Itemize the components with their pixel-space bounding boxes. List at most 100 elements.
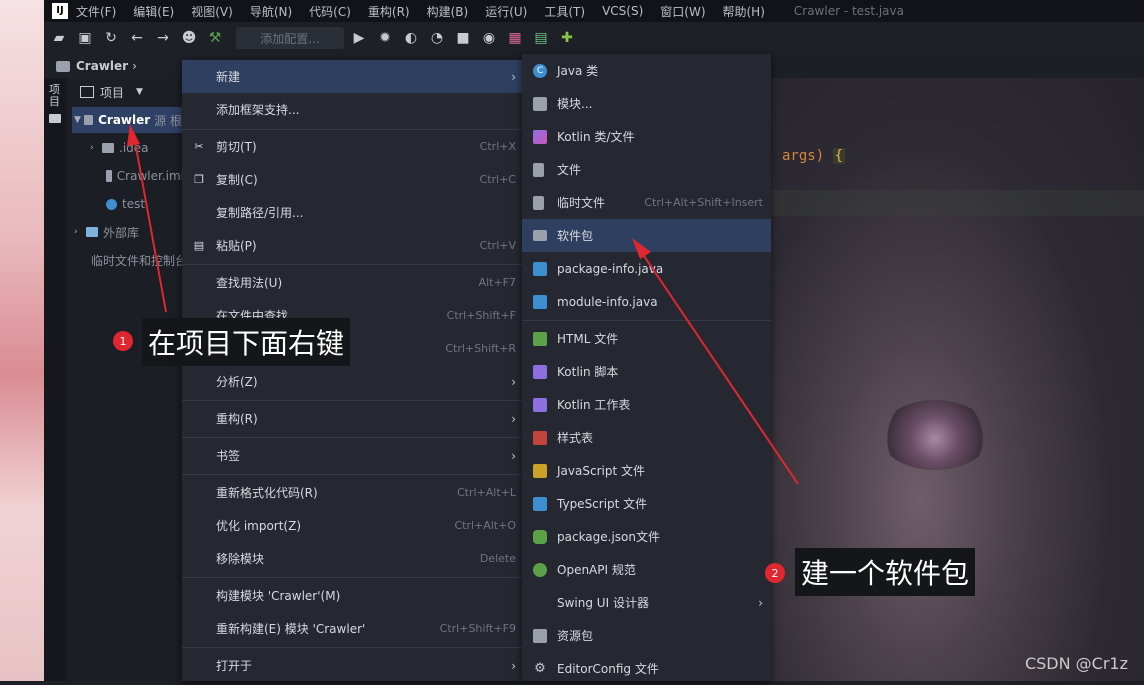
menu-refactor[interactable]: 重构(R)	[368, 3, 410, 20]
new-submenu: C Java 类 模块... Kotlin 类/文件 文件 临时文件 Ctrl+…	[522, 54, 771, 681]
submenu-item-package-info[interactable]: package-info.java	[522, 252, 771, 285]
submenu-item-scratch-file[interactable]: 临时文件 Ctrl+Alt+Shift+Insert	[522, 186, 771, 219]
menu-edit[interactable]: 编辑(E)	[133, 3, 174, 20]
menu-item-remove-module[interactable]: 移除模块 Delete	[182, 542, 524, 575]
submenu-item-swing-ui-designer[interactable]: Swing UI 设计器 ›	[522, 586, 771, 619]
plugins-icon[interactable]: ✚	[556, 27, 578, 49]
chevron-down-icon[interactable]: ▼	[74, 115, 84, 125]
menu-item-label: 软件包	[557, 229, 594, 243]
watermark: CSDN @Cr1z	[1024, 654, 1128, 673]
menu-item-copy[interactable]: ❐ 复制(C) Ctrl+C	[182, 163, 524, 196]
menu-item-label: EditorConfig 文件	[557, 662, 659, 676]
menu-item-cut[interactable]: ✂ 剪切(T) Ctrl+X	[182, 130, 524, 163]
menu-separator	[182, 264, 524, 265]
project-tool-tab[interactable]: 项目	[49, 84, 61, 108]
tree-item-external-libraries[interactable]: › 外部库	[74, 219, 184, 245]
menu-item-bookmarks[interactable]: 书签 ›	[182, 439, 524, 472]
library-icon	[86, 227, 98, 237]
tree-item-crawler[interactable]: ▼ Crawler 源 根	[72, 107, 182, 133]
menu-tools[interactable]: 工具(T)	[544, 3, 585, 20]
submenu-item-package[interactable]: 软件包	[522, 219, 771, 252]
menu-item-build-module[interactable]: 构建模块 'Crawler'(M)	[182, 579, 524, 612]
save-icon[interactable]: ▣	[74, 27, 96, 49]
submenu-item-package-json[interactable]: package.json文件	[522, 520, 771, 553]
project-structure-icon[interactable]: ▦	[504, 27, 526, 49]
menu-item-new[interactable]: 新建 ›	[182, 60, 524, 93]
run-icon[interactable]: ▶	[348, 27, 370, 49]
menu-item-label: Java 类	[557, 64, 599, 78]
coverage-icon[interactable]: ◐	[400, 27, 422, 49]
debug-icon[interactable]: ✹	[374, 27, 396, 49]
search-everywhere-icon[interactable]: ◉	[478, 27, 500, 49]
java-file-icon	[533, 294, 547, 309]
forward-icon[interactable]: →	[152, 27, 174, 49]
menu-item-find-usages[interactable]: 查找用法(U) Alt+F7	[182, 266, 524, 299]
run-config-selector[interactable]: 添加配置...	[236, 27, 344, 49]
menu-item-label: package-info.java	[557, 261, 664, 276]
submenu-item-kotlin-worksheet[interactable]: Kotlin 工作表	[522, 388, 771, 421]
menu-item-reformat-code[interactable]: 重新格式化代码(R) Ctrl+Alt+L	[182, 476, 524, 509]
tree-item-scratches[interactable]: 临时文件和控制台	[86, 247, 184, 273]
menu-item-rebuild-module[interactable]: 重新构建(E) 模块 'Crawler' Ctrl+Shift+F9	[182, 612, 524, 645]
submenu-item-editorconfig[interactable]: ⚙ EditorConfig 文件	[522, 652, 771, 685]
tree-item-crawler-iml[interactable]: Crawler.iml	[106, 163, 184, 189]
menu-item-add-framework[interactable]: 添加框架支持...	[182, 93, 524, 126]
menu-item-copy-path[interactable]: 复制路径/引用...	[182, 196, 524, 229]
submenu-item-resource-bundle[interactable]: 资源包	[522, 619, 771, 652]
menu-item-shortcut: Ctrl+X	[479, 140, 516, 153]
submenu-item-javascript-file[interactable]: JavaScript 文件	[522, 454, 771, 487]
submenu-item-java-class[interactable]: C Java 类	[522, 54, 771, 87]
sync-icon[interactable]: ↻	[100, 27, 122, 49]
menu-item-shortcut: Ctrl+Alt+O	[454, 519, 516, 532]
menu-item-analyze[interactable]: 分析(Z) ›	[182, 365, 524, 398]
open-folder-icon[interactable]: ▰	[48, 27, 70, 49]
chevron-right-icon[interactable]: ›	[74, 227, 86, 237]
wallpaper-left	[0, 0, 44, 681]
editor-current-line	[771, 190, 1144, 216]
breadcrumb-project[interactable]: Crawler	[76, 59, 128, 73]
project-panel-header[interactable]: 项目 ▼	[66, 78, 184, 106]
submenu-item-module-info[interactable]: module-info.java	[522, 285, 771, 318]
menu-help[interactable]: 帮助(H)	[723, 3, 765, 20]
menu-separator	[182, 474, 524, 475]
code-line[interactable]: args) {	[782, 148, 846, 164]
project-panel-title: 项目	[100, 85, 125, 100]
menu-vcs[interactable]: VCS(S)	[602, 4, 643, 18]
menu-item-optimize-imports[interactable]: 优化 import(Z) Ctrl+Alt+O	[182, 509, 524, 542]
chevron-down-icon[interactable]: ▼	[136, 87, 143, 97]
tree-item-suffix: 源 根	[154, 113, 182, 128]
submenu-item-stylesheet[interactable]: 样式表	[522, 421, 771, 454]
submenu-item-html-file[interactable]: HTML 文件	[522, 322, 771, 355]
app-logo-icon: IJ	[52, 3, 68, 19]
menu-build[interactable]: 构建(B)	[427, 3, 469, 20]
menu-navigate[interactable]: 导航(N)	[250, 3, 292, 20]
user-icon[interactable]: ☻	[178, 27, 200, 49]
tree-item-idea[interactable]: › .idea	[90, 135, 184, 161]
menu-view[interactable]: 视图(V)	[191, 3, 233, 20]
menu-run[interactable]: 运行(U)	[485, 3, 527, 20]
menu-code[interactable]: 代码(C)	[309, 3, 351, 20]
menu-item-label: 书签	[216, 449, 241, 463]
stop-icon[interactable]: ■	[452, 27, 474, 49]
chevron-right-icon: ›	[511, 374, 516, 389]
tree-item-test[interactable]: test	[106, 191, 184, 217]
submenu-item-module[interactable]: 模块...	[522, 87, 771, 120]
chevron-right-icon[interactable]: ›	[90, 143, 102, 153]
submenu-item-kotlin-class[interactable]: Kotlin 类/文件	[522, 120, 771, 153]
menu-item-open-in[interactable]: 打开于 ›	[182, 649, 524, 682]
menu-item-paste[interactable]: ▤ 粘贴(P) Ctrl+V	[182, 229, 524, 262]
profile-icon[interactable]: ◔	[426, 27, 448, 49]
submenu-item-file[interactable]: 文件	[522, 153, 771, 186]
annotation-callout-1: 在项目下面右键	[142, 318, 351, 366]
build-hammer-icon[interactable]: ⚒	[204, 27, 226, 49]
submenu-item-openapi[interactable]: OpenAPI 规范	[522, 553, 771, 586]
menu-window[interactable]: 窗口(W)	[660, 3, 705, 20]
folder-icon[interactable]	[49, 114, 61, 123]
back-icon[interactable]: ←	[126, 27, 148, 49]
menu-item-label: Kotlin 类/文件	[557, 130, 635, 144]
menu-file[interactable]: 文件(F)	[76, 3, 116, 20]
menu-item-refactor[interactable]: 重构(R) ›	[182, 402, 524, 435]
submenu-item-kotlin-script[interactable]: Kotlin 脚本	[522, 355, 771, 388]
submenu-item-typescript-file[interactable]: TypeScript 文件	[522, 487, 771, 520]
sdk-icon[interactable]: ▤	[530, 27, 552, 49]
